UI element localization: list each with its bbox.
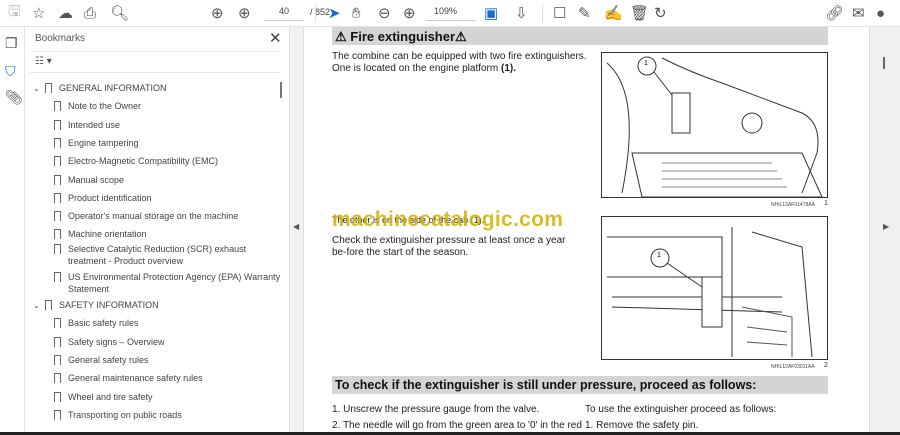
email-icon[interactable]: ✉ (852, 4, 865, 22)
delete-icon[interactable]: 🗑︎ (630, 4, 649, 22)
bookmarks-title: Bookmarks (35, 33, 86, 44)
rotate-icon[interactable]: ↻ (654, 4, 667, 22)
next-page-icon[interactable]: ⊕ (238, 4, 251, 22)
bookmark-options-icon[interactable]: ☷ ▾ (35, 56, 52, 67)
bookmark-star-icon[interactable]: ☆ (32, 4, 45, 22)
bookmark-label: General maintenance safety rules (68, 373, 203, 383)
bookmark-icon (45, 300, 52, 311)
bookmark-label: Electro-Magnetic Compatibility (EMC) (68, 156, 219, 166)
bookmark-label: Basic safety rules (68, 318, 139, 328)
paragraph-3: Check the extinguisher pressure at least… (332, 235, 566, 258)
chevron-down-icon[interactable]: ⌄ (33, 84, 40, 93)
engine-platform-drawing (606, 56, 823, 198)
bookmark-label: Safety signs – Overview (68, 337, 165, 347)
bookmark-label: Note to the Owner (68, 101, 142, 111)
expand-right-icon[interactable]: ▶ (883, 222, 889, 231)
section-heading-fire-extinguisher: ⚠ Fire extinguisher⚠ (332, 27, 828, 45)
step-2: 2. The needle will go from the green are… (332, 420, 582, 431)
bookmark-label: SAFETY INFORMATION (59, 300, 159, 310)
find-icon[interactable]: 🔍︎ (110, 4, 129, 22)
bookmark-icon (54, 410, 61, 421)
scroll-mode-icon[interactable]: ⇩ (515, 4, 528, 22)
close-icon[interactable]: ✕ (269, 29, 282, 47)
figure-cab-side: 1 (601, 216, 828, 360)
upload-cloud-icon[interactable]: ☁ (58, 4, 73, 22)
highlight-pen-icon[interactable]: ✎ (578, 4, 591, 22)
bookmark-label: Selective Catalytic Reduction (SCR) exha… (68, 244, 247, 266)
zoom-level-select[interactable]: 109% (426, 6, 476, 21)
figure-2-code: NHIL12AF03011AA (771, 364, 815, 370)
bookmark-icon (54, 138, 61, 149)
bookmark-label: Operator's manual storage on the machine (68, 211, 239, 221)
bookmark-label: Manual scope (68, 175, 125, 185)
section-heading-check-pressure: To check if the extinguisher is still un… (332, 376, 828, 394)
hand-tool-icon[interactable]: ✋︎ (352, 4, 361, 22)
chevron-down-icon[interactable]: ⌄ (33, 301, 40, 310)
print-icon[interactable]: ⎙ (84, 4, 96, 22)
collapse-left-icon[interactable]: ◀ (293, 222, 299, 231)
toolbar: 🖫 ☆ ☁ ⎙ 🔍︎ ⊕ ⊕ 40 / 852 ➤ ✋︎ ⊖ ⊕ 109% ▣ … (0, 0, 900, 27)
save-icon[interactable]: 🖫 (8, 3, 21, 22)
bookmark-icon (54, 101, 61, 112)
zoom-in-icon[interactable]: ⊕ (403, 4, 416, 22)
bookmarks-scrollbar[interactable] (280, 82, 282, 98)
bookmark-label: General safety rules (68, 355, 149, 365)
bookmark-label: Transporting on public roads (68, 410, 182, 420)
bookmark-icon (54, 392, 61, 403)
watermark: machinecatalogic.com (332, 208, 564, 231)
bookmark-icon (45, 83, 52, 94)
bookmark-icon (54, 229, 61, 240)
bookmark-label: Product identification (68, 193, 152, 203)
bookmark-icon (54, 318, 61, 329)
bookmark-label: US Environmental Protection Agency (EPA)… (68, 272, 281, 294)
bookmark-icon (54, 244, 61, 255)
bookmark-label: Intended use (68, 120, 121, 130)
share-link-icon[interactable]: 🔗︎ (825, 4, 844, 22)
bookmarks-panel-icon[interactable]: ⛉ (5, 63, 16, 80)
page-fit-icon[interactable]: ▣ (484, 4, 498, 22)
cab-side-drawing (607, 227, 813, 358)
bookmark-label: Engine tampering (68, 138, 139, 148)
bookmark-icon (54, 337, 61, 348)
bookmark-label: GENERAL INFORMATION (59, 83, 167, 93)
paragraph-1: The combine can be equipped with two fir… (332, 51, 587, 74)
bookmark-icon (54, 156, 61, 167)
bookmark-icon (54, 272, 61, 283)
account-icon[interactable]: ● (876, 4, 885, 22)
use-step-1: 1. Remove the safety pin. (585, 420, 699, 431)
bookmark-label: Machine orientation (68, 229, 147, 239)
attachments-icon[interactable]: 📎︎ (5, 89, 23, 106)
figure-2-number: 2 (824, 362, 828, 369)
step-1: 1. Unscrew the pressure gauge from the v… (332, 404, 540, 415)
bookmark-icon (54, 193, 61, 204)
select-cursor-icon[interactable]: ➤ (328, 4, 341, 22)
bookmark-icon (54, 355, 61, 366)
figure-engine-platform: 1 (601, 52, 828, 198)
page-number-input[interactable]: 40 (264, 6, 304, 21)
vertical-scrollbar[interactable]: ▶ (869, 27, 900, 435)
previous-page-icon[interactable]: ⊕ (211, 4, 224, 22)
bookmark-icon (54, 175, 61, 186)
pages-thumbnail-icon[interactable]: ❐ (5, 35, 18, 52)
figure-1-code: NHIL13AF01478AA (771, 202, 815, 208)
figure-1-number: 1 (824, 200, 828, 207)
panel-collapse-handle[interactable]: ◀ (290, 27, 304, 435)
figure-1-callout: 1 (644, 60, 648, 67)
bookmark-icon (54, 211, 61, 222)
scroll-thumb[interactable] (883, 57, 885, 69)
zoom-out-icon[interactable]: ⊖ (378, 4, 391, 22)
sign-icon[interactable]: ✍ (604, 4, 623, 22)
bookmark-icon (54, 120, 61, 131)
bookmarks-panel: Bookmarks ✕ ☷ ▾ ⌄ GENERAL INFORMATION Note… (25, 27, 290, 435)
use-title: To use the extinguisher proceed as follo… (585, 404, 777, 415)
bookmark-label: Wheel and tire safety (68, 392, 153, 402)
side-rail: ❐ ⛉ 📎︎ (0, 27, 25, 435)
bookmark-icon (54, 373, 61, 384)
comment-icon[interactable]: ☐ (553, 4, 566, 22)
figure-2-callout: 1 (657, 252, 661, 259)
